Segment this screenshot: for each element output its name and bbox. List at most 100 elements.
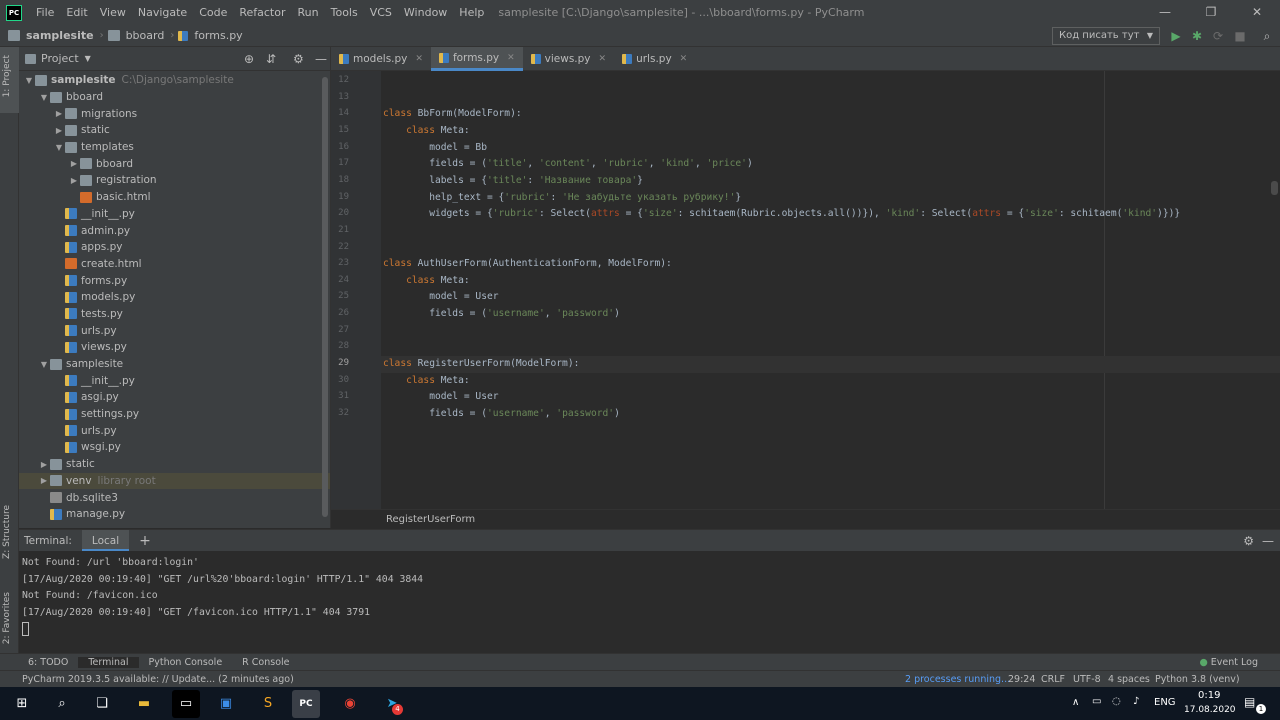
terminal-output[interactable]: Not Found: /url 'bboard:login' [17/Aug/20…	[19, 551, 1280, 653]
editor-tab[interactable]: models.py ✕	[331, 47, 431, 71]
tree-item[interactable]: models.py	[19, 289, 330, 306]
task-view-icon[interactable]: ❏	[88, 690, 116, 718]
add-icon[interactable]: +	[139, 533, 151, 549]
code-line[interactable]: class RegisterUserForm(ModelForm):	[383, 358, 579, 369]
code-line[interactable]: class Meta:	[383, 275, 470, 286]
code-line[interactable]: widgets = {'rubric': Select(attrs = {'si…	[383, 208, 1180, 219]
editor-tab[interactable]: forms.py ✕	[430, 47, 523, 71]
tree-item[interactable]: asgi.py	[19, 389, 330, 406]
favorites-tool-button[interactable]: 2: Favorites	[2, 592, 12, 644]
tree-item[interactable]: ▶ migrations	[19, 105, 330, 122]
clock-date[interactable]: 17.08.2020	[1184, 705, 1236, 715]
file-explorer-icon[interactable]: ▬	[130, 690, 158, 718]
code-line[interactable]: model = User	[383, 291, 498, 302]
pycharm-taskbar-icon[interactable]: PC	[292, 690, 320, 718]
menu-vcs[interactable]: VCS	[364, 6, 398, 19]
volume-icon[interactable]: ♪	[1133, 696, 1139, 707]
tree-item[interactable]: __init__.py	[19, 372, 330, 389]
menu-navigate[interactable]: Navigate	[132, 6, 193, 19]
hide-panel-icon[interactable]: —	[315, 52, 327, 66]
status-message[interactable]: PyCharm 2019.3.5 available: // Update...…	[22, 674, 294, 685]
editor-scrollbar[interactable]	[1271, 181, 1278, 195]
python-console-tool-button[interactable]: Python Console	[139, 657, 233, 668]
r-console-tool-button[interactable]: R Console	[232, 657, 299, 668]
search-icon[interactable]: ⌕	[1260, 29, 1274, 43]
tree-item[interactable]: urls.py	[19, 422, 330, 439]
tree-item[interactable]: admin.py	[19, 222, 330, 239]
notifications-icon[interactable]: ▤	[1244, 695, 1255, 709]
telegram-icon[interactable]: ➤	[378, 690, 406, 718]
event-log-button[interactable]: ● Event Log	[1199, 657, 1258, 668]
tree-item[interactable]: ▶ static	[19, 122, 330, 139]
battery-icon[interactable]: ▭	[1092, 696, 1101, 707]
tree-item[interactable]: ▼ bboard	[19, 89, 330, 106]
app-icon[interactable]: ▣	[212, 690, 240, 718]
terminal-tab-local[interactable]: Local	[81, 529, 130, 552]
tree-item[interactable]: __init__.py	[19, 206, 330, 223]
code-line[interactable]: class AuthUserForm(AuthenticationForm, M…	[383, 258, 672, 269]
tree-item[interactable]: db.sqlite3	[19, 489, 330, 506]
stop-icon[interactable]: ■	[1233, 29, 1247, 43]
run-configuration-select[interactable]: Код писать тут ▼	[1052, 27, 1160, 45]
code-line[interactable]: help_text = {'rubric': 'Не забудьте указ…	[383, 192, 741, 203]
code-line[interactable]: fields = ('username', 'password')	[383, 408, 620, 419]
collapse-all-icon[interactable]: ⇵	[266, 52, 276, 66]
python-interpreter[interactable]: Python 3.8 (venv)	[1155, 674, 1240, 685]
chrome-icon[interactable]: ◉	[336, 690, 364, 718]
hide-panel-icon[interactable]: —	[1262, 534, 1274, 548]
network-icon[interactable]: ◌	[1112, 696, 1121, 707]
breadcrumb-project[interactable]: samplesite	[24, 29, 96, 42]
editor-tab[interactable]: views.py ✕	[523, 47, 614, 71]
tree-item[interactable]: basic.html	[19, 189, 330, 206]
breadcrumb-file[interactable]: forms.py	[192, 29, 244, 42]
menu-tools[interactable]: Tools	[325, 6, 364, 19]
chevron-down-icon[interactable]: ▼	[53, 143, 65, 152]
menu-code[interactable]: Code	[193, 6, 233, 19]
chevron-down-icon[interactable]: ▼	[38, 93, 50, 102]
breadcrumb-bboard[interactable]: bboard	[124, 29, 167, 42]
chevron-right-icon[interactable]: ▶	[68, 176, 80, 185]
chevron-right-icon[interactable]: ▶	[53, 126, 65, 135]
tree-item[interactable]: ▶ venv library root	[19, 472, 330, 490]
search-icon[interactable]: ⌕	[48, 690, 76, 718]
code-line[interactable]: class Meta:	[383, 375, 470, 386]
menu-window[interactable]: Window	[398, 6, 453, 19]
menu-run[interactable]: Run	[292, 6, 325, 19]
menu-view[interactable]: View	[94, 6, 132, 19]
tree-item[interactable]: tests.py	[19, 306, 330, 323]
code-line[interactable]: fields = ('username', 'password')	[383, 308, 620, 319]
terminal-tool-button[interactable]: Terminal	[78, 656, 139, 668]
code-editor[interactable]: 12 13 14 15 16 17 18 19 20 21 22 23 24 25 26 27 28 29 30 31…	[331, 71, 1280, 509]
chevron-down-icon[interactable]: ▼	[38, 360, 50, 369]
tree-item[interactable]: apps.py	[19, 239, 330, 256]
tree-item[interactable]: views.py	[19, 339, 330, 356]
tree-item[interactable]: ▶ registration	[19, 172, 330, 189]
tree-item[interactable]: urls.py	[19, 322, 330, 339]
tree-item[interactable]: ▶ static	[19, 456, 330, 473]
indent-setting[interactable]: 4 spaces	[1108, 674, 1150, 685]
chevron-right-icon[interactable]: ▶	[68, 159, 80, 168]
coverage-icon[interactable]: ⟳	[1211, 29, 1225, 43]
run-icon[interactable]: ▶	[1169, 29, 1183, 43]
tray-chevron-icon[interactable]: ∧	[1072, 697, 1079, 708]
editor-tab[interactable]: urls.py ✕	[614, 47, 695, 71]
code-line[interactable]: labels = {'title': 'Название товара'}	[383, 175, 643, 186]
tree-item[interactable]: ▼ samplesite C:\Django\samplesite	[19, 72, 330, 89]
chevron-down-icon[interactable]: ▼	[23, 76, 35, 85]
terminal-app-icon[interactable]: ▭	[172, 690, 200, 718]
sublime-icon[interactable]: S	[254, 690, 282, 718]
gear-icon[interactable]: ⚙	[293, 52, 304, 66]
tree-item[interactable]: create.html	[19, 256, 330, 273]
code-line[interactable]: model = User	[383, 391, 498, 402]
close-icon[interactable]: ✕	[507, 53, 515, 63]
code-line[interactable]: class BbForm(ModelForm):	[383, 108, 522, 119]
gear-icon[interactable]: ⚙	[1243, 534, 1254, 548]
close-icon[interactable]: ✕	[680, 54, 688, 64]
editor-breadcrumb[interactable]: RegisterUserForm	[331, 509, 1280, 529]
input-language[interactable]: ENG	[1154, 697, 1176, 708]
code-line[interactable]: model = Bb	[383, 142, 487, 153]
locate-icon[interactable]: ⊕	[244, 52, 254, 66]
chevron-right-icon[interactable]: ▶	[38, 460, 50, 469]
maximize-icon[interactable]: ❐	[1188, 0, 1234, 25]
debug-icon[interactable]: ✱	[1190, 29, 1204, 43]
